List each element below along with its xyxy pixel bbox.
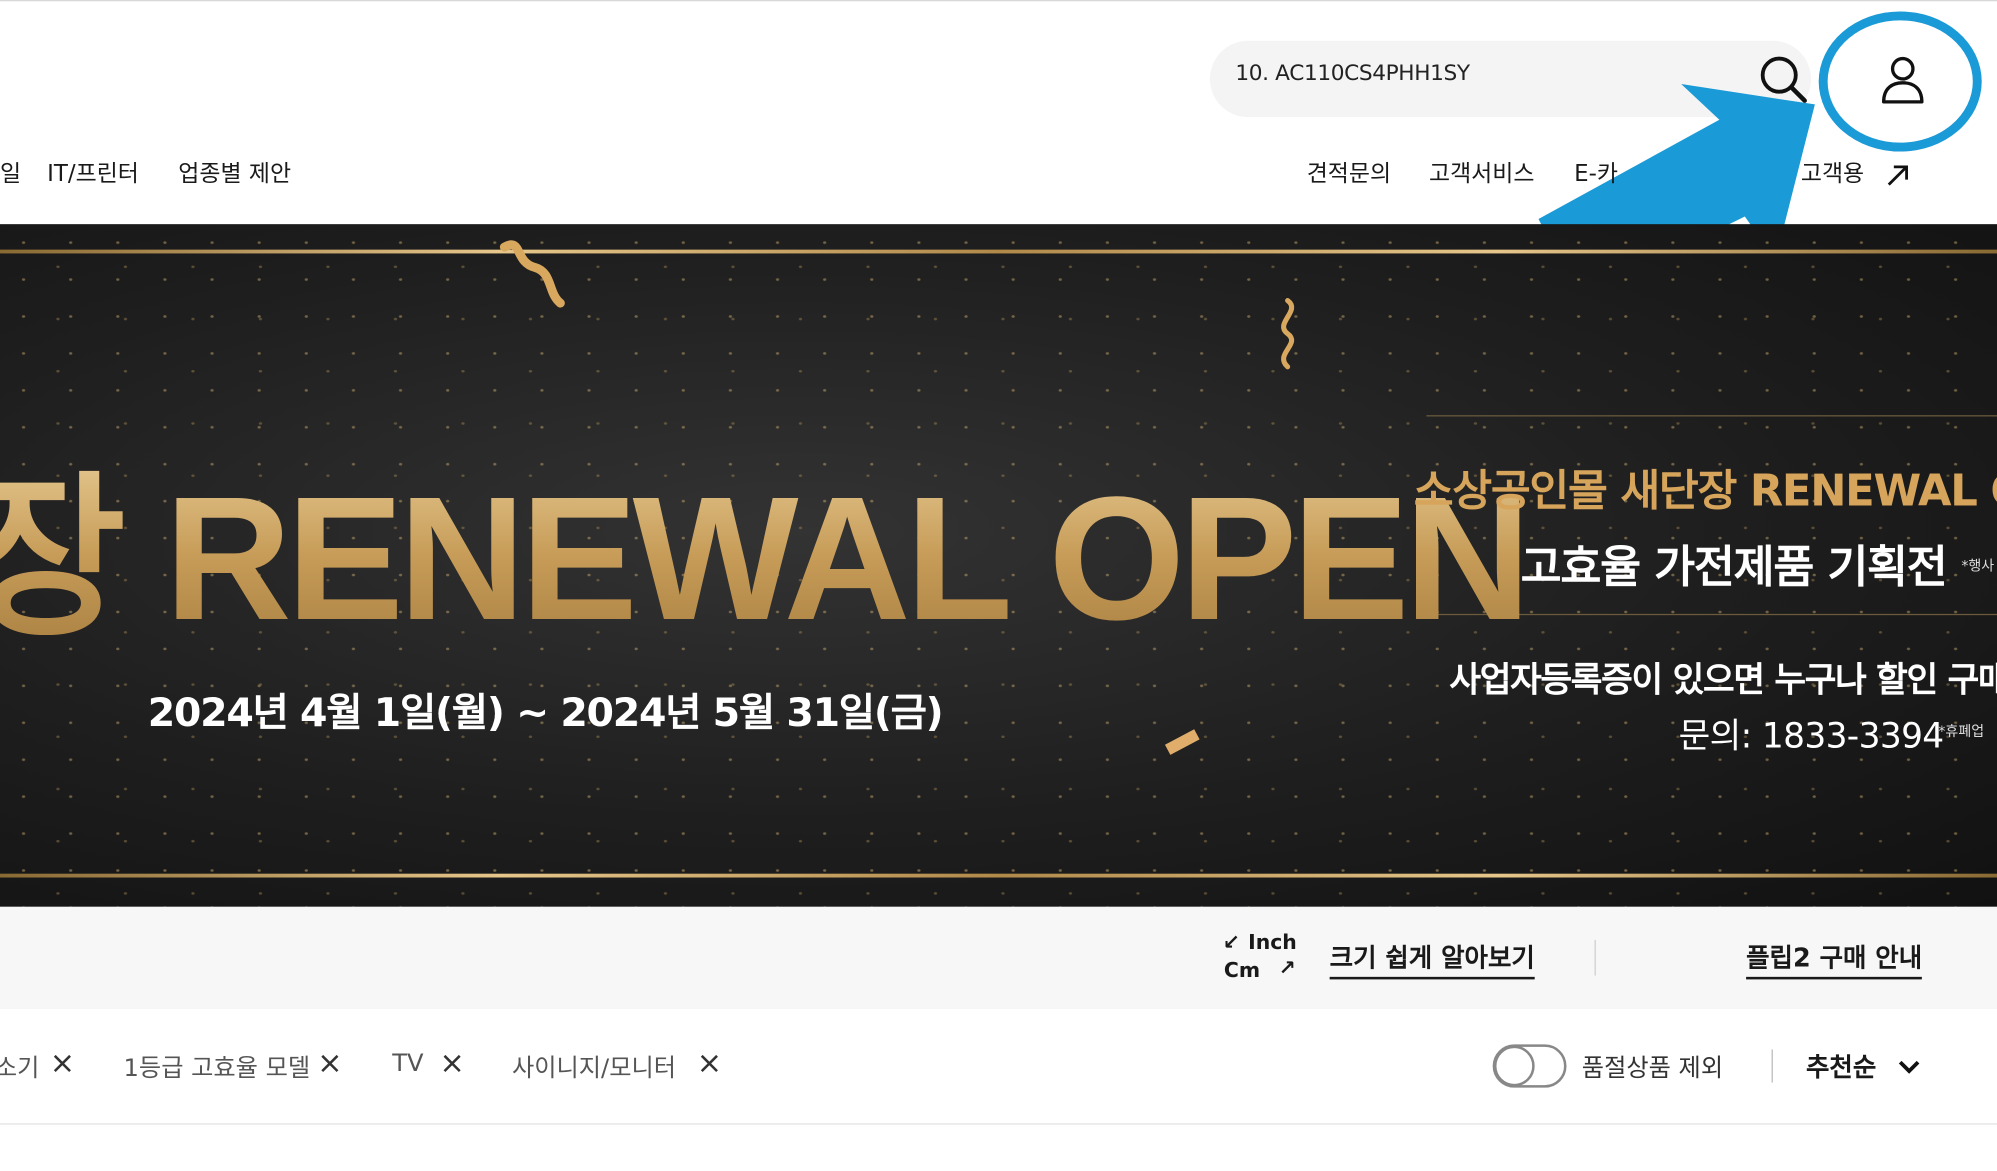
banner-headline: 장 RENEWAL OPEN (0, 415, 1531, 670)
inch-cm-icon: ↙ Inch Cm ↗ (1222, 929, 1297, 982)
banner-footnote-2: *휴폐업 (1938, 723, 1985, 740)
nav-item-customer[interactable]: 고객용 (1801, 155, 1864, 188)
filter-chip: 사이니지/모니터 (511, 1054, 676, 1083)
search-input[interactable]: 10. AC110CS4PHH1SY (1235, 61, 1470, 86)
nav-item-ecatalog[interactable]: E-카 (1574, 155, 1618, 188)
page: 10. AC110CS4PHH1SY 일 IT/프린터 업종별 제안 견적문의 … (0, 0, 1997, 1168)
size-guide-link[interactable]: 크기 쉽게 알아보기 (1329, 937, 1535, 980)
toggle-knob (1493, 1045, 1535, 1087)
banner-gold-line-bottom (0, 873, 1997, 878)
external-link-icon[interactable] (1885, 163, 1910, 188)
banner-right-title: 소상공인몰 새단장 RENEWAL O (1413, 466, 1997, 518)
inch-label: Inch (1248, 929, 1297, 954)
banner-footnote: *행사 (1961, 557, 1995, 575)
guide-bar (0, 906, 1997, 1010)
filter-chip: 소기 (0, 1054, 40, 1083)
banner-right-subtitle: 고효율 가전제품 기획전 (1520, 542, 1948, 594)
close-icon[interactable] (318, 1052, 341, 1075)
nav-item-1[interactable]: 일 (0, 155, 21, 188)
top-border (0, 0, 1997, 2)
nav-item-customer-service[interactable]: 고객서비스 (1429, 155, 1534, 188)
confetti-icon (499, 240, 565, 308)
flip-guide-link[interactable]: 플립2 구매 안내 (1746, 937, 1923, 980)
nav-item-it-printer[interactable]: IT/프린터 (47, 155, 139, 188)
banner-gold-line-top (0, 249, 1997, 254)
close-icon[interactable] (441, 1052, 464, 1075)
guide-divider (1594, 939, 1596, 976)
close-icon[interactable] (51, 1052, 74, 1075)
confetti-icon (1281, 298, 1295, 370)
filter-divider (1771, 1049, 1773, 1083)
cm-label: Cm (1223, 957, 1261, 982)
soldout-toggle-label: 품절상품 제외 (1581, 1054, 1724, 1083)
promo-banner[interactable]: 장 RENEWAL OPEN 2024년 4월 1일(월) ~ 2024년 5월… (0, 224, 1997, 907)
confetti-icon (1164, 729, 1200, 755)
banner-contact: 문의: 1833-3394 (1678, 717, 1945, 757)
banner-description: 사업자등록증이 있으면 누구나 할인 구매 (1449, 660, 1997, 701)
filter-chip: 1등급 고효율 모델 (123, 1054, 311, 1083)
filter-chip: TV (392, 1049, 424, 1078)
chevron-down-icon[interactable] (1895, 1052, 1923, 1080)
close-icon[interactable] (698, 1052, 721, 1075)
banner-date-range: 2024년 4월 1일(월) ~ 2024년 5월 31일(금) (147, 690, 944, 737)
sort-dropdown[interactable]: 추천순 (1806, 1047, 1876, 1084)
nav-item-quote[interactable]: 견적문의 (1307, 155, 1391, 188)
nav-item-industry[interactable]: 업종별 제안 (178, 155, 291, 188)
highlight-ring (1818, 11, 1982, 152)
